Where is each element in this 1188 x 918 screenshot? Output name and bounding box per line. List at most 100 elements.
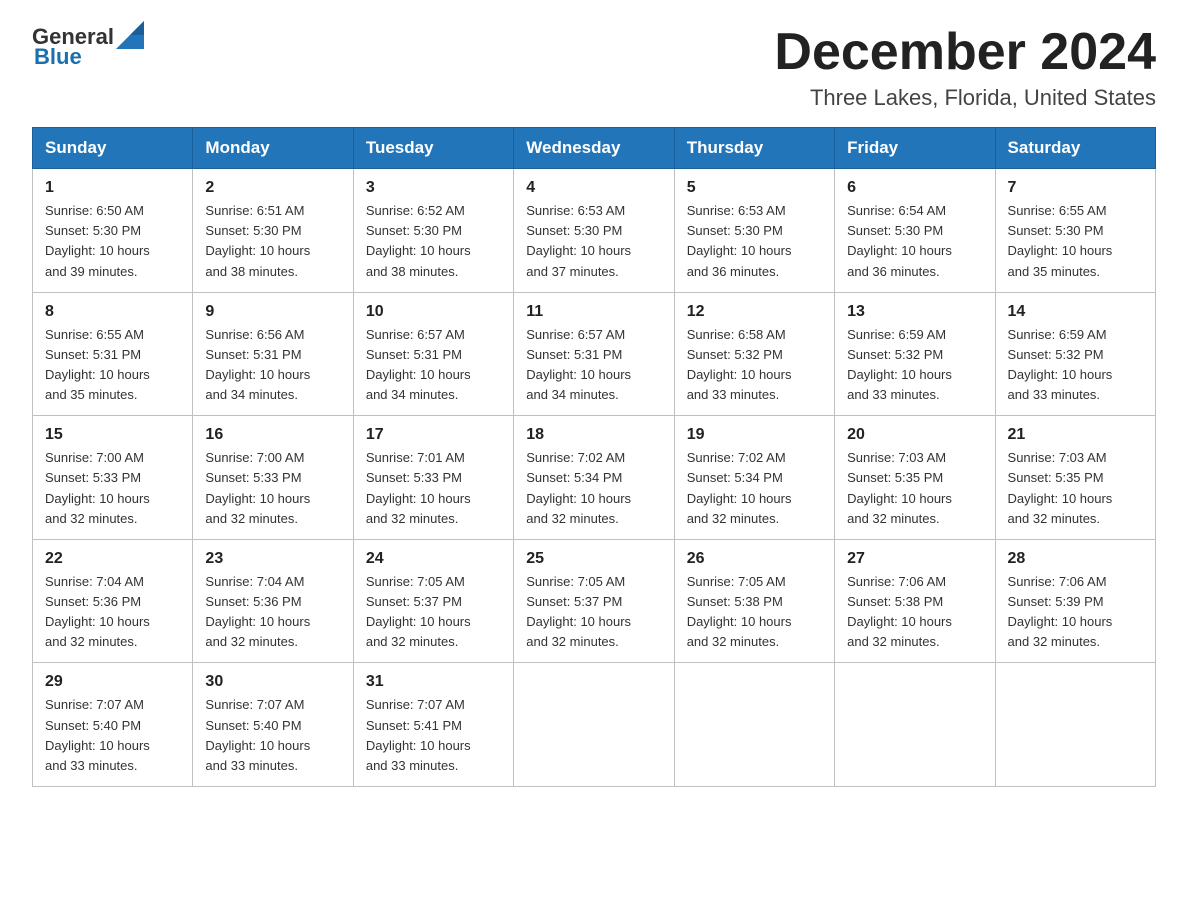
day-info: Sunrise: 6:53 AMSunset: 5:30 PMDaylight:… bbox=[526, 201, 661, 282]
logo-icon bbox=[116, 21, 144, 49]
day-info: Sunrise: 7:04 AMSunset: 5:36 PMDaylight:… bbox=[45, 572, 180, 653]
day-cell-11: 11 Sunrise: 6:57 AMSunset: 5:31 PMDayligh… bbox=[514, 292, 674, 416]
day-number: 30 bbox=[205, 673, 340, 691]
day-cell-19: 19Sunrise: 7:02 AMSunset: 5:34 PMDayligh… bbox=[674, 416, 834, 540]
day-info: Sunrise: 6:58 AMSunset: 5:32 PMDaylight:… bbox=[687, 325, 822, 406]
day-cell-12: 12 Sunrise: 6:58 AMSunset: 5:32 PMDayligh… bbox=[674, 292, 834, 416]
day-cell-28: 28 Sunrise: 7:06 AMSunset: 5:39 PMDayligh… bbox=[995, 539, 1155, 663]
day-number: 31 bbox=[366, 673, 501, 691]
day-number: 15 bbox=[45, 426, 180, 444]
day-cell-31: 31Sunrise: 7:07 AMSunset: 5:41 PMDayligh… bbox=[353, 663, 513, 787]
day-number: 3 bbox=[366, 179, 501, 197]
day-number: 28 bbox=[1008, 550, 1143, 568]
day-info: Sunrise: 6:55 AMSunset: 5:31 PMDaylight:… bbox=[45, 325, 180, 406]
day-info: Sunrise: 7:01 AMSunset: 5:33 PMDaylight:… bbox=[366, 448, 501, 529]
day-info: Sunrise: 7:02 AMSunset: 5:34 PMDaylight:… bbox=[687, 448, 822, 529]
day-cell-23: 23Sunrise: 7:04 AMSunset: 5:36 PMDayligh… bbox=[193, 539, 353, 663]
day-info: Sunrise: 6:52 AMSunset: 5:30 PMDaylight:… bbox=[366, 201, 501, 282]
week-row-4: 22 Sunrise: 7:04 AMSunset: 5:36 PMDayligh… bbox=[33, 539, 1156, 663]
day-info: Sunrise: 7:06 AMSunset: 5:39 PMDaylight:… bbox=[1008, 572, 1143, 653]
day-cell-14: 14 Sunrise: 6:59 AMSunset: 5:32 PMDayligh… bbox=[995, 292, 1155, 416]
empty-cell bbox=[995, 663, 1155, 787]
day-number: 18 bbox=[526, 426, 661, 444]
day-info: Sunrise: 6:51 AMSunset: 5:30 PMDaylight:… bbox=[205, 201, 340, 282]
day-cell-5: 5 Sunrise: 6:53 AMSunset: 5:30 PMDaylight… bbox=[674, 169, 834, 293]
day-cell-10: 10 Sunrise: 6:57 AMSunset: 5:31 PMDayligh… bbox=[353, 292, 513, 416]
weekday-friday: Friday bbox=[835, 128, 995, 169]
day-number: 11 bbox=[526, 303, 661, 321]
day-number: 26 bbox=[687, 550, 822, 568]
day-number: 29 bbox=[45, 673, 180, 691]
location-title: Three Lakes, Florida, United States bbox=[774, 85, 1156, 111]
header: General Blue December 2024 Three Lakes, … bbox=[32, 24, 1156, 111]
day-info: Sunrise: 7:03 AMSunset: 5:35 PMDaylight:… bbox=[847, 448, 982, 529]
day-info: Sunrise: 7:05 AMSunset: 5:37 PMDaylight:… bbox=[526, 572, 661, 653]
day-cell-16: 16Sunrise: 7:00 AMSunset: 5:33 PMDayligh… bbox=[193, 416, 353, 540]
weekday-tuesday: Tuesday bbox=[353, 128, 513, 169]
day-info: Sunrise: 6:50 AMSunset: 5:30 PMDaylight:… bbox=[45, 201, 180, 282]
weekday-sunday: Sunday bbox=[33, 128, 193, 169]
day-cell-7: 7Sunrise: 6:55 AMSunset: 5:30 PMDaylight… bbox=[995, 169, 1155, 293]
day-info: Sunrise: 7:07 AMSunset: 5:40 PMDaylight:… bbox=[45, 695, 180, 776]
weekday-saturday: Saturday bbox=[995, 128, 1155, 169]
day-cell-25: 25Sunrise: 7:05 AMSunset: 5:37 PMDayligh… bbox=[514, 539, 674, 663]
day-info: Sunrise: 6:53 AMSunset: 5:30 PMDaylight:… bbox=[687, 201, 822, 282]
day-cell-27: 27 Sunrise: 7:06 AMSunset: 5:38 PMDayligh… bbox=[835, 539, 995, 663]
day-number: 2 bbox=[205, 179, 340, 197]
calendar-table: SundayMondayTuesdayWednesdayThursdayFrid… bbox=[32, 127, 1156, 787]
day-info: Sunrise: 6:55 AMSunset: 5:30 PMDaylight:… bbox=[1008, 201, 1143, 282]
day-info: Sunrise: 6:59 AMSunset: 5:32 PMDaylight:… bbox=[1008, 325, 1143, 406]
day-cell-13: 13 Sunrise: 6:59 AMSunset: 5:32 PMDayligh… bbox=[835, 292, 995, 416]
day-cell-24: 24Sunrise: 7:05 AMSunset: 5:37 PMDayligh… bbox=[353, 539, 513, 663]
day-number: 8 bbox=[45, 303, 180, 321]
day-number: 20 bbox=[847, 426, 982, 444]
day-cell-21: 21Sunrise: 7:03 AMSunset: 5:35 PMDayligh… bbox=[995, 416, 1155, 540]
week-row-3: 15 Sunrise: 7:00 AMSunset: 5:33 PMDayligh… bbox=[33, 416, 1156, 540]
day-cell-8: 8 Sunrise: 6:55 AMSunset: 5:31 PMDaylight… bbox=[33, 292, 193, 416]
day-cell-15: 15Sunrise: 7:00 AMSunset: 5:33 PMDayligh… bbox=[33, 416, 193, 540]
day-number: 9 bbox=[205, 303, 340, 321]
day-info: Sunrise: 7:04 AMSunset: 5:36 PMDaylight:… bbox=[205, 572, 340, 653]
day-cell-29: 29 Sunrise: 7:07 AMSunset: 5:40 PMDayligh… bbox=[33, 663, 193, 787]
day-number: 1 bbox=[45, 179, 180, 197]
logo-blue-text: Blue bbox=[34, 44, 82, 70]
weekday-thursday: Thursday bbox=[674, 128, 834, 169]
day-number: 27 bbox=[847, 550, 982, 568]
day-info: Sunrise: 7:00 AMSunset: 5:33 PMDaylight:… bbox=[205, 448, 340, 529]
day-info: Sunrise: 6:56 AMSunset: 5:31 PMDaylight:… bbox=[205, 325, 340, 406]
day-info: Sunrise: 7:02 AMSunset: 5:34 PMDaylight:… bbox=[526, 448, 661, 529]
day-cell-6: 6 Sunrise: 6:54 AMSunset: 5:30 PMDaylight… bbox=[835, 169, 995, 293]
day-cell-20: 20 Sunrise: 7:03 AMSunset: 5:35 PMDayligh… bbox=[835, 416, 995, 540]
day-info: Sunrise: 6:57 AMSunset: 5:31 PMDaylight:… bbox=[366, 325, 501, 406]
day-number: 14 bbox=[1008, 303, 1143, 321]
day-number: 6 bbox=[847, 179, 982, 197]
day-cell-3: 3 Sunrise: 6:52 AMSunset: 5:30 PMDaylight… bbox=[353, 169, 513, 293]
weekday-wednesday: Wednesday bbox=[514, 128, 674, 169]
empty-cell bbox=[674, 663, 834, 787]
day-number: 10 bbox=[366, 303, 501, 321]
day-number: 5 bbox=[687, 179, 822, 197]
empty-cell bbox=[514, 663, 674, 787]
day-info: Sunrise: 7:05 AMSunset: 5:37 PMDaylight:… bbox=[366, 572, 501, 653]
day-cell-2: 2 Sunrise: 6:51 AMSunset: 5:30 PMDaylight… bbox=[193, 169, 353, 293]
day-number: 13 bbox=[847, 303, 982, 321]
day-cell-26: 26 Sunrise: 7:05 AMSunset: 5:38 PMDayligh… bbox=[674, 539, 834, 663]
day-info: Sunrise: 6:57 AMSunset: 5:31 PMDaylight:… bbox=[526, 325, 661, 406]
week-row-5: 29 Sunrise: 7:07 AMSunset: 5:40 PMDayligh… bbox=[33, 663, 1156, 787]
month-title: December 2024 bbox=[774, 24, 1156, 81]
day-cell-22: 22 Sunrise: 7:04 AMSunset: 5:36 PMDayligh… bbox=[33, 539, 193, 663]
title-area: December 2024 Three Lakes, Florida, Unit… bbox=[774, 24, 1156, 111]
logo: General Blue bbox=[32, 24, 144, 70]
week-row-2: 8 Sunrise: 6:55 AMSunset: 5:31 PMDaylight… bbox=[33, 292, 1156, 416]
day-cell-30: 30Sunrise: 7:07 AMSunset: 5:40 PMDayligh… bbox=[193, 663, 353, 787]
day-info: Sunrise: 7:05 AMSunset: 5:38 PMDaylight:… bbox=[687, 572, 822, 653]
day-number: 21 bbox=[1008, 426, 1143, 444]
day-number: 17 bbox=[366, 426, 501, 444]
day-info: Sunrise: 7:06 AMSunset: 5:38 PMDaylight:… bbox=[847, 572, 982, 653]
day-info: Sunrise: 6:54 AMSunset: 5:30 PMDaylight:… bbox=[847, 201, 982, 282]
weekday-monday: Monday bbox=[193, 128, 353, 169]
day-info: Sunrise: 6:59 AMSunset: 5:32 PMDaylight:… bbox=[847, 325, 982, 406]
day-number: 12 bbox=[687, 303, 822, 321]
day-cell-4: 4Sunrise: 6:53 AMSunset: 5:30 PMDaylight… bbox=[514, 169, 674, 293]
day-number: 22 bbox=[45, 550, 180, 568]
